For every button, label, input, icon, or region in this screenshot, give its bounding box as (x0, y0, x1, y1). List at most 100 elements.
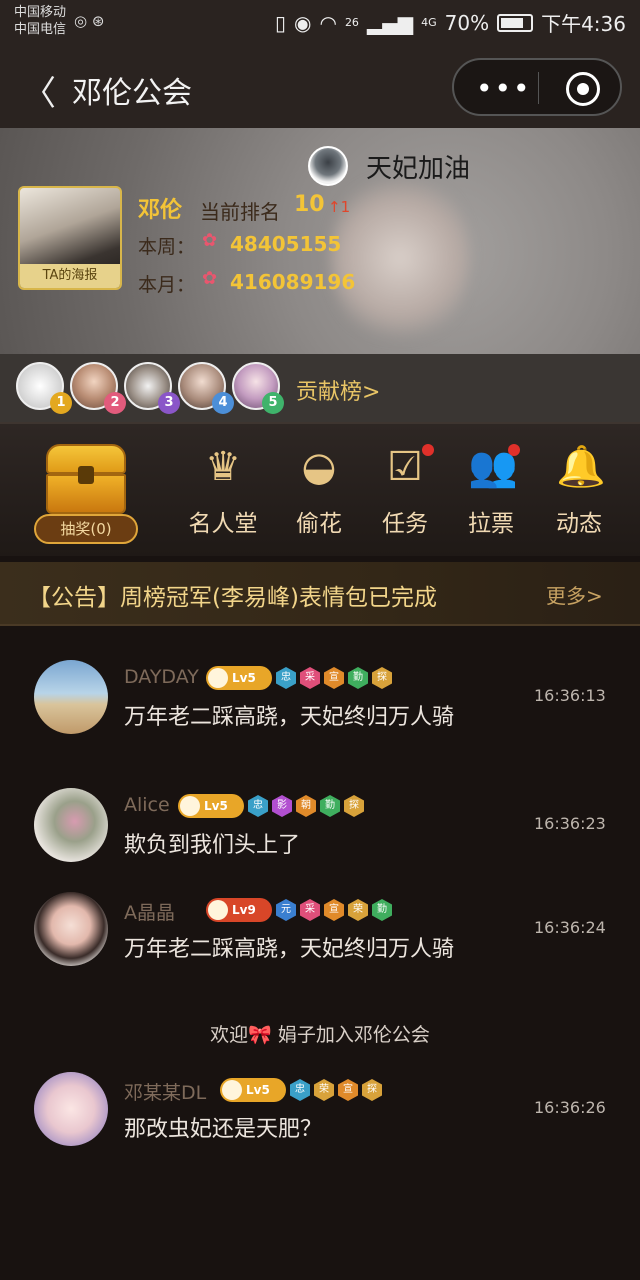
month-value: 416089196 (230, 270, 356, 294)
message-text: 欺负到我们头上了 (124, 833, 301, 858)
feature-bar: 抽奖(0) ♛ 名人堂 ◒ 偷花 ☑ 任务 👥 拉票 🔔 动态 (0, 422, 640, 556)
lock-icon (78, 466, 94, 484)
status-right: ▯ ◉ ◠ 26 ▂▄▆ 4G 70% 下午4:36 (275, 8, 626, 37)
badge-row: Lv9 元 采 宣 荣 勤 (206, 898, 392, 922)
contribution-board-link[interactable]: 贡献榜> (296, 374, 380, 406)
medal-badge: 探 (344, 795, 364, 817)
medal-badge: 荣 (348, 899, 368, 921)
feature-label: 偷花 (296, 511, 342, 537)
avatar[interactable] (34, 660, 108, 734)
hero-banner: 天妃加油 TA的海报 邓伦 当前排名 10 ↑1 本周： ✿ 48405155 … (0, 128, 640, 354)
medal-badge: 采 (300, 667, 320, 689)
medal-badge: 忠 (276, 667, 296, 689)
username[interactable]: 邓某某DL (124, 1078, 206, 1105)
rank-change: ↑1 (328, 198, 351, 216)
feature-steal-flowers[interactable]: ◒ 偷花 (274, 442, 364, 552)
masked-face-icon: ◒ (301, 444, 337, 490)
username[interactable]: A晶晶 (124, 898, 175, 925)
rank-label: 当前排名 (200, 200, 280, 224)
carrier-info: 中国移动 中国电信 (14, 4, 66, 38)
feature-label: 名人堂 (188, 511, 258, 537)
username[interactable]: Alice (124, 794, 170, 816)
rank-badge: 4 (212, 392, 234, 414)
badge-row: Lv5 忠 采 宣 勤 探 (206, 666, 392, 690)
blurred-background-photo (330, 168, 470, 348)
level-badge: Lv5 (178, 794, 244, 818)
capsule-divider (538, 72, 539, 104)
battery-percent: 70% (444, 10, 490, 35)
message-time: 16:36:26 (534, 1098, 606, 1117)
medal-badge: 荣 (314, 1079, 334, 1101)
chevron-left-icon: 〈 (22, 74, 56, 114)
rank-badge: 2 (104, 392, 126, 414)
medal-badge: 忠 (290, 1079, 310, 1101)
carrier-2: 中国电信 (14, 22, 67, 37)
week-label: 本周： (138, 236, 196, 258)
avatar[interactable] (34, 1072, 108, 1146)
feature-canvass[interactable]: 👥 拉票 (446, 442, 536, 552)
level-badge: Lv5 (206, 666, 272, 690)
badge-row: Lv5 忠 荣 宣 探 (220, 1078, 382, 1102)
cheer-avatar (308, 146, 348, 186)
medal-badge: 影 (272, 795, 292, 817)
username[interactable]: DAYDAY (124, 666, 199, 688)
target-close-icon[interactable] (566, 72, 600, 106)
feature-label: 动态 (556, 511, 602, 537)
feature-label: 拉票 (468, 511, 514, 537)
poster-card[interactable]: TA的海报 (18, 186, 122, 290)
level-badge: Lv5 (220, 1078, 286, 1102)
avatar[interactable] (34, 788, 108, 862)
crown-icon: ♛ (205, 444, 241, 490)
feature-tasks[interactable]: ☑ 任务 (360, 442, 450, 552)
eye-icon: ◉ (294, 10, 312, 35)
badge-row: Lv5 忠 影 朝 勤 探 (178, 794, 364, 818)
notification-dot (508, 444, 520, 456)
level-badge: Lv9 (206, 898, 272, 922)
bell-icon: 🔔 (556, 444, 606, 490)
battery-icon (497, 13, 534, 32)
avatar[interactable] (34, 892, 108, 966)
feature-hall-of-fame[interactable]: ♛ 名人堂 (178, 442, 268, 552)
rank-badge: 3 (158, 392, 180, 414)
nav-bar: 〈 邓伦公会 ••• (0, 44, 640, 128)
month-label: 本月： (138, 274, 196, 296)
rank-badge: 1 (50, 392, 72, 414)
mini-program-capsule: ••• (452, 58, 622, 116)
feature-news[interactable]: 🔔 动态 (534, 442, 624, 552)
message-text: 那改虫妃还是天肥？ (124, 1117, 323, 1142)
vibrate-icon: ▯ (275, 10, 287, 35)
contributors-row: 1 2 3 4 5 贡献榜> (0, 354, 640, 422)
cheer-text: 天妃加油 (366, 154, 471, 184)
medal-badge: 勤 (348, 667, 368, 689)
medal-badge: 勤 (372, 899, 392, 921)
welcome-notice: 欢迎🎀 娟子加入邓伦公会 (210, 1024, 430, 1046)
medal-badge: 朝 (296, 795, 316, 817)
medal-badge: 采 (300, 899, 320, 921)
page-title: 邓伦公会 (72, 76, 192, 111)
medal-badge: 宣 (338, 1079, 358, 1101)
back-button[interactable]: 〈 (22, 66, 56, 115)
status-bar: 中国移动 中国电信 ◎ ⊛ ▯ ◉ ◠ 26 ▂▄▆ 4G 70% 下午4:36 (0, 0, 640, 44)
star-name: 邓伦 (138, 198, 183, 223)
lottery-chest-button[interactable]: 抽奖(0) (22, 440, 150, 544)
medal-badge: 探 (362, 1079, 382, 1101)
medal-badge: 勤 (320, 795, 340, 817)
week-value: 48405155 (230, 232, 342, 256)
medal-badge: 探 (372, 667, 392, 689)
more-link[interactable]: 更多> (546, 580, 603, 609)
network-2: 4G (421, 16, 437, 29)
message-text: 万年老二踩高跷，天妃终归万人骑 (124, 937, 455, 962)
notification-icons: ◎ ⊛ (74, 12, 105, 30)
lottery-label: 抽奖(0) (34, 514, 138, 544)
message-text: 万年老二踩高跷，天妃终归万人骑 (124, 705, 455, 730)
medal-badge: 元 (276, 899, 296, 921)
notification-dot (422, 444, 434, 456)
message-time: 16:36:13 (534, 686, 606, 705)
network-1: 26 (344, 16, 359, 29)
announcement-bar[interactable]: 【公告】周榜冠军(李易峰)表情包已完成 更多> (0, 562, 640, 626)
medal-badge: 宣 (324, 899, 344, 921)
more-dots-icon[interactable]: ••• (476, 72, 532, 105)
carrier-1: 中国移动 (14, 5, 67, 20)
medal-badge: 宣 (324, 667, 344, 689)
signal-icon: ▂▄▆ (366, 10, 414, 35)
